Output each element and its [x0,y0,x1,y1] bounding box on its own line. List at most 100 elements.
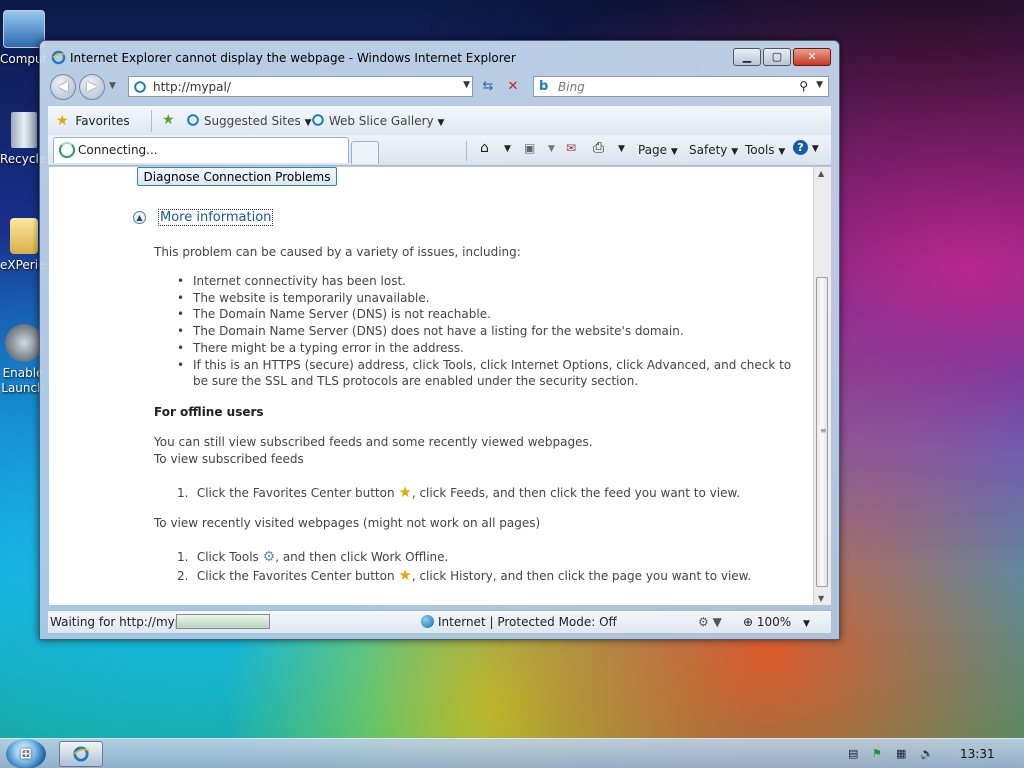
page-menu[interactable]: Page ▼ [638,143,678,157]
toolbar-divider [466,141,467,161]
start-button[interactable]: ⊞ [6,739,46,768]
status-bar: Waiting for http://myp Internet | Protec… [48,610,831,633]
list-item: Internet connectivity has been lost. [177,273,797,290]
refresh-button[interactable]: ⇆ [477,76,499,97]
volume-muted-icon[interactable]: 🔈 [920,747,934,760]
suggested-sites-button[interactable]: Suggested Sites ▼ [186,113,311,128]
safety-menu-label: Safety [689,143,728,157]
system-tray: ▤ ⚑ ▦ 🔈 [838,739,1024,768]
globe-icon [421,615,434,628]
scrollbar-thumb[interactable]: ≡ [816,277,828,587]
security-settings-icon[interactable]: ⚙ ▼ [698,615,722,629]
list-item: If this is an HTTPS (secure) address, cl… [177,357,797,390]
offline-text: You can still view subscribed feeds and … [154,435,593,449]
address-bar[interactable]: http://mypal/ ▼ [128,76,473,97]
step-number: 2. [177,569,189,583]
stop-button[interactable]: ✕ [502,76,524,97]
progress-bar [176,614,270,629]
home-dropdown-icon[interactable]: ▼ [504,144,511,154]
home-button[interactable]: ⌂ [480,140,489,156]
suggested-sites-label: Suggested Sites [203,114,301,128]
ie-window: Internet Explorer cannot display the web… [39,40,840,640]
page-menu-label: Page [638,143,668,157]
new-tab-button[interactable] [351,141,379,164]
list-item: 2. Click the Favorites Center button ★, … [177,566,751,584]
feeds-dropdown-icon[interactable]: ▼ [548,144,555,154]
print-dropdown-icon[interactable]: ▼ [618,144,625,154]
diagnose-connection-button[interactable]: Diagnose Connection Problems [137,167,337,186]
network-icon[interactable]: ▦ [896,747,906,760]
recycle-bin-icon [11,112,37,148]
search-dropdown-icon[interactable]: ▼ [816,80,823,90]
chevron-down-icon: ▼ [803,619,810,629]
read-mail-icon[interactable]: ✉ [566,141,576,155]
collapse-icon[interactable]: ▲ [133,211,146,224]
search-icon[interactable]: ⚲ [799,79,808,93]
folder-icon [10,218,38,254]
minimize-button[interactable]: ▁ [733,48,761,66]
offline-text: To view subscribed feeds [154,452,304,466]
address-dropdown-icon[interactable]: ▼ [463,80,470,90]
windows-logo-icon: ⊞ [20,746,32,762]
favorites-center-star-icon: ★ [398,566,412,584]
toolbar-divider [151,110,152,132]
search-input[interactable]: Bing [558,80,585,94]
favorites-bar: ★ Favorites ★ Suggested Sites ▼ Web Slic… [48,105,831,136]
forward-button[interactable]: ▶ [79,74,105,100]
step-text: , and then click Work Offline. [275,550,449,564]
back-button[interactable]: ◀ [50,74,76,100]
list-item: The website is temporarily unavailable. [177,290,797,307]
security-zone[interactable]: Internet | Protected Mode: Off [421,615,617,629]
vertical-scrollbar[interactable]: ▲ ≡ ▼ [813,167,831,605]
feeds-button[interactable]: ▣ [524,141,535,155]
step-text: Click Tools [196,550,259,564]
close-button[interactable]: ✕ [793,48,831,66]
safety-menu[interactable]: Safety ▼ [689,143,738,157]
progress-fill [178,616,267,627]
maximize-icon: ▢ [771,50,783,63]
taskbar-ie-button[interactable] [59,741,103,767]
causes-list: Internet connectivity has been lost. The… [177,273,797,390]
ie-logo-icon [73,746,90,762]
navigation-bar: ◀ ▶ ▼ http://mypal/ ▼ ⇆ ✕ b Bing ⚲ ▼ [40,74,839,102]
scroll-down-icon[interactable]: ▼ [818,594,824,603]
address-input[interactable]: http://mypal/ [153,80,231,94]
chevron-down-icon: ▼ [731,147,739,157]
ie-page-icon [312,114,324,126]
list-item: The Domain Name Server (DNS) is not reac… [177,306,797,323]
title-bar[interactable]: Internet Explorer cannot display the web… [40,41,839,73]
recent-heading: To view recently visited webpages (might… [154,516,541,530]
favorites-center-star-icon: ★ [398,483,412,501]
ie-page-icon [134,81,146,93]
web-slice-gallery-button[interactable]: Web Slice Gallery ▼ [311,113,444,128]
zoom-control[interactable]: ⊕ 100% ▼ [743,615,810,629]
ie-page-icon [187,114,199,126]
tab-bar: Connecting... ⌂ ▼ ▣ ▼ ✉ ⎙ ▼ Page ▼ Safet… [48,135,831,166]
chevron-down-icon: ▼ [670,147,678,157]
clock[interactable]: 13:31 [960,747,995,761]
back-arrow-icon: ◀ [58,79,68,94]
help-button[interactable]: ? ▼ [793,140,819,155]
search-box[interactable]: b Bing ⚲ ▼ [533,76,829,97]
action-center-icon[interactable]: ⚑ [872,747,882,760]
window-title: Internet Explorer cannot display the web… [70,51,516,65]
step-number: 1. [177,550,189,564]
notes-icon[interactable]: ▤ [848,747,858,760]
favorites-star-icon: ★ [56,113,69,129]
tools-menu-label: Tools [745,143,775,157]
zoom-level: 100% [756,615,792,629]
maximize-button[interactable]: ▢ [763,48,791,66]
scroll-up-icon[interactable]: ▲ [818,169,824,178]
zone-label: Internet | Protected Mode: Off [438,615,617,629]
tab-connecting[interactable]: Connecting... [53,137,349,163]
page-content: Diagnose Connection Problems ▲ More info… [49,167,813,605]
chevron-up-icon: ▲ [136,213,143,222]
print-button[interactable]: ⎙ [593,140,604,156]
add-favorites-icon[interactable]: ★ [162,112,175,128]
more-information-link[interactable]: More information [158,209,274,226]
intro-text: This problem can be caused by a variety … [154,245,521,259]
launcher-icon [5,324,43,362]
recent-pages-dropdown-icon[interactable]: ▼ [109,81,116,91]
tools-menu[interactable]: Tools ▼ [745,143,785,157]
favorites-button[interactable]: ★ Favorites [56,113,130,129]
